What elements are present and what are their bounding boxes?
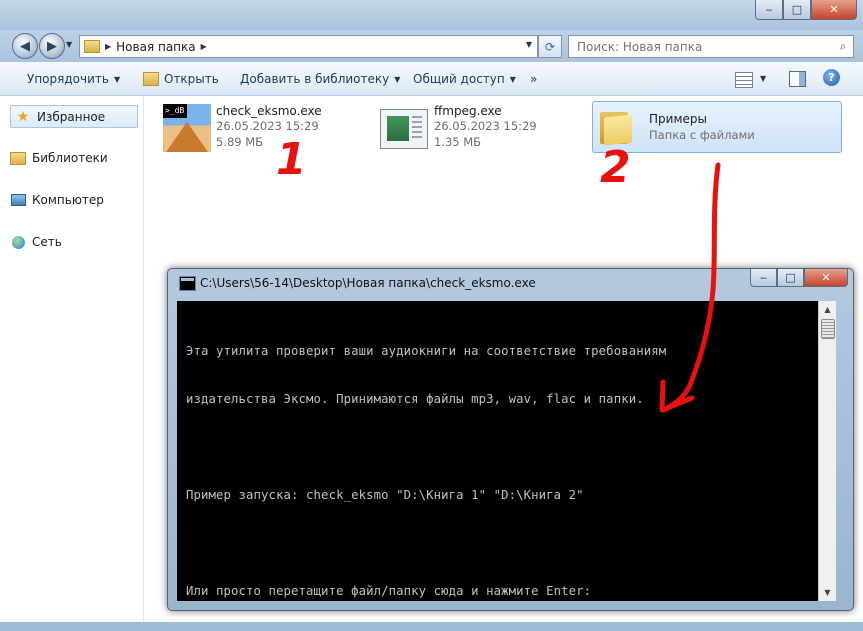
network-icon <box>10 234 26 250</box>
address-dropdown-icon[interactable]: ▼ <box>526 40 532 49</box>
sidebar-item-computer[interactable]: Компьютер <box>10 192 104 208</box>
arrow-right-icon: ▶ <box>47 38 57 54</box>
sidebar-item-network[interactable]: Сеть <box>10 234 62 250</box>
chevron-right-icon[interactable]: ▶ <box>201 42 207 51</box>
console-minimize-button[interactable]: ‒ <box>750 269 777 287</box>
file-name: ffmpeg.exe <box>434 104 502 118</box>
preview-pane-icon[interactable] <box>789 71 806 87</box>
sidebar-item-favorites[interactable]: ★ Избранное <box>10 105 138 128</box>
view-dropdown-icon[interactable]: ▼ <box>760 74 766 83</box>
console-output[interactable]: Эта утилита проверит ваши аудиокниги на … <box>177 301 818 601</box>
terminal-thumb-text: >_dB <box>163 104 187 118</box>
open-button[interactable]: Открыть <box>143 72 219 86</box>
console-app-icon <box>179 276 196 291</box>
back-button[interactable]: ◀ <box>12 33 38 59</box>
address-field[interactable]: ▶ Новая папка ▶ ▼ <box>79 35 538 58</box>
folder-icon <box>84 40 100 53</box>
explorer-window: ‒ □ ✕ ◀ ▶ ▼ ▶ Новая папка ▶ ▼ ⟳ ⌕ Упоряд… <box>0 0 863 622</box>
share-button[interactable]: Общий доступ ▼ <box>413 72 516 86</box>
file-date: 26.05.2023 15:29 <box>216 119 319 133</box>
maximize-button[interactable]: □ <box>783 0 811 20</box>
sidebar-item-label: Библиотеки <box>32 151 108 165</box>
chevron-down-icon: ▼ <box>113 74 121 84</box>
command-bar: Упорядочить ▼ Открыть Добавить в библиоте… <box>0 62 863 96</box>
folder-icon <box>600 108 632 146</box>
refresh-icon: ⟳ <box>544 39 556 54</box>
more-label: » <box>530 72 538 86</box>
share-label: Общий доступ <box>413 72 505 86</box>
minimize-button[interactable]: ‒ <box>755 0 783 20</box>
console-line: Или просто перетащите файл/папку сюда и … <box>186 584 592 598</box>
console-window-controls: ‒ □ ✕ <box>750 269 848 287</box>
console-line: издательства Эксмо. Принимаются файлы mp… <box>186 392 644 406</box>
folder-name: Примеры <box>649 112 707 126</box>
file-name: check_eksmo.exe <box>216 104 322 118</box>
sidebar-item-label: Компьютер <box>32 193 104 207</box>
scroll-up-icon[interactable]: ▲ <box>819 301 836 318</box>
navigation-pane: ★ Избранное Библиотеки Компьютер Сеть <box>0 96 144 622</box>
sidebar-item-label: Избранное <box>37 109 106 124</box>
file-item-ffmpeg[interactable]: ffmpeg.exe 26.05.2023 15:29 1.35 МБ <box>380 104 537 150</box>
console-scrollbar[interactable]: ▲ ▼ <box>818 301 836 601</box>
organize-label: Упорядочить <box>27 72 109 86</box>
file-date: 26.05.2023 15:29 <box>434 119 537 133</box>
chevron-down-icon: ▼ <box>394 74 401 84</box>
console-title: C:\Users\56-14\Desktop\Новая папка\check… <box>200 276 536 290</box>
explorer-titlebar[interactable]: ‒ □ ✕ <box>0 0 863 30</box>
close-button[interactable]: ✕ <box>811 0 857 20</box>
console-maximize-button[interactable]: □ <box>777 269 804 287</box>
search-input[interactable] <box>569 36 833 57</box>
add-to-library-button[interactable]: Добавить в библиотеку ▼ <box>240 72 400 86</box>
refresh-button[interactable]: ⟳ <box>538 35 562 58</box>
search-icon[interactable]: ⌕ <box>833 39 853 54</box>
exe-file-icon: >_dB <box>163 104 211 152</box>
scroll-thumb[interactable] <box>821 319 835 339</box>
console-window[interactable]: C:\Users\56-14\Desktop\Новая папка\check… <box>167 268 854 611</box>
chevron-right-icon[interactable]: ▶ <box>105 42 111 51</box>
more-commands-button[interactable]: » <box>530 72 537 86</box>
library-icon <box>10 150 26 166</box>
chevron-down-icon: ▼ <box>509 74 516 84</box>
computer-icon <box>10 192 26 208</box>
open-label: Открыть <box>164 72 219 86</box>
add-to-library-label: Добавить в библиотеку <box>240 72 390 86</box>
scroll-down-icon[interactable]: ▼ <box>819 584 836 601</box>
annotation-number-one: 1 <box>276 134 307 185</box>
window-controls: ‒ □ ✕ <box>755 0 857 20</box>
view-options-icon[interactable] <box>735 72 753 88</box>
console-line: Эта утилита проверит ваши аудиокниги на … <box>186 344 667 358</box>
folder-type: Папка с файлами <box>649 128 755 142</box>
search-box[interactable]: ⌕ <box>568 35 854 58</box>
exe-file-icon <box>380 109 428 149</box>
sidebar-item-label: Сеть <box>32 235 62 249</box>
address-bar-area: ◀ ▶ ▼ ▶ Новая папка ▶ ▼ ⟳ ⌕ <box>0 30 863 62</box>
open-folder-icon <box>143 72 159 86</box>
console-line: Пример запуска: check_eksmo "D:\Книга 1"… <box>186 488 584 502</box>
console-close-button[interactable]: ✕ <box>804 269 848 287</box>
arrow-left-icon: ◀ <box>20 38 30 54</box>
help-icon[interactable]: ? <box>823 69 840 86</box>
organize-button[interactable]: Упорядочить ▼ <box>27 72 120 86</box>
recent-pages-dropdown[interactable]: ▼ <box>66 40 72 49</box>
star-icon: ★ <box>16 108 30 125</box>
sidebar-item-libraries[interactable]: Библиотеки <box>10 150 108 166</box>
breadcrumb-folder[interactable]: Новая папка <box>116 40 195 54</box>
annotation-number-two: 2 <box>600 142 631 193</box>
file-size: 1.35 МБ <box>434 135 482 149</box>
forward-button[interactable]: ▶ <box>39 33 65 59</box>
